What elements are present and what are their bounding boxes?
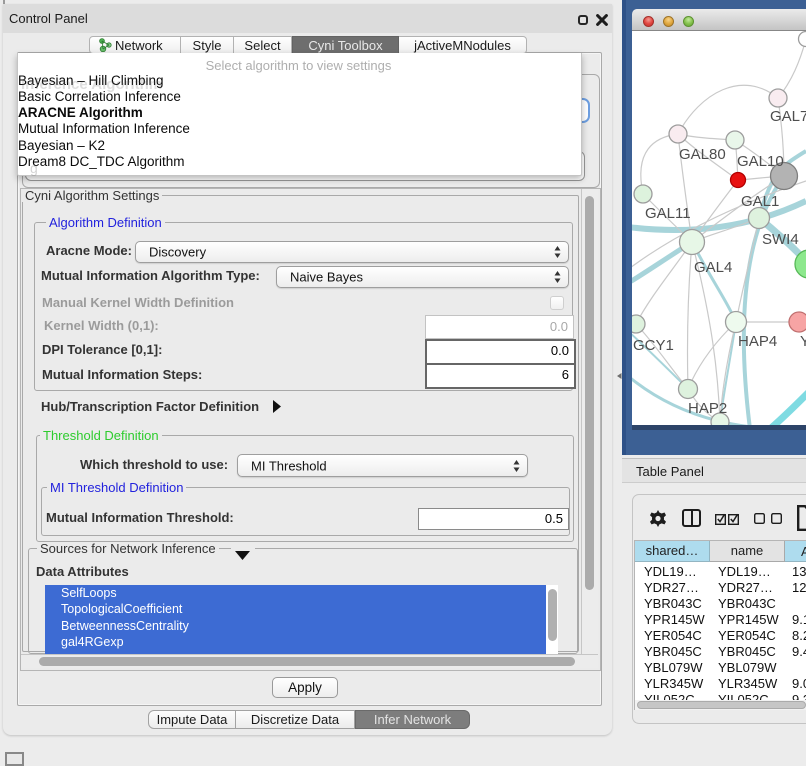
svg-text:GAL7: GAL7 bbox=[770, 108, 806, 125]
svg-text:HAP4: HAP4 bbox=[738, 333, 777, 350]
svg-text:GAL10: GAL10 bbox=[737, 153, 784, 170]
svg-text:GAL4: GAL4 bbox=[694, 259, 732, 276]
svg-text:HAP2: HAP2 bbox=[688, 400, 727, 417]
svg-text:GAL11: GAL11 bbox=[645, 205, 691, 222]
svg-text:GCY1: GCY1 bbox=[633, 337, 674, 354]
svg-text:GAL80: GAL80 bbox=[679, 146, 726, 163]
svg-text:GAL1: GAL1 bbox=[741, 193, 779, 210]
svg-text:Y: Y bbox=[800, 333, 806, 350]
svg-text:SWI4: SWI4 bbox=[762, 231, 799, 248]
